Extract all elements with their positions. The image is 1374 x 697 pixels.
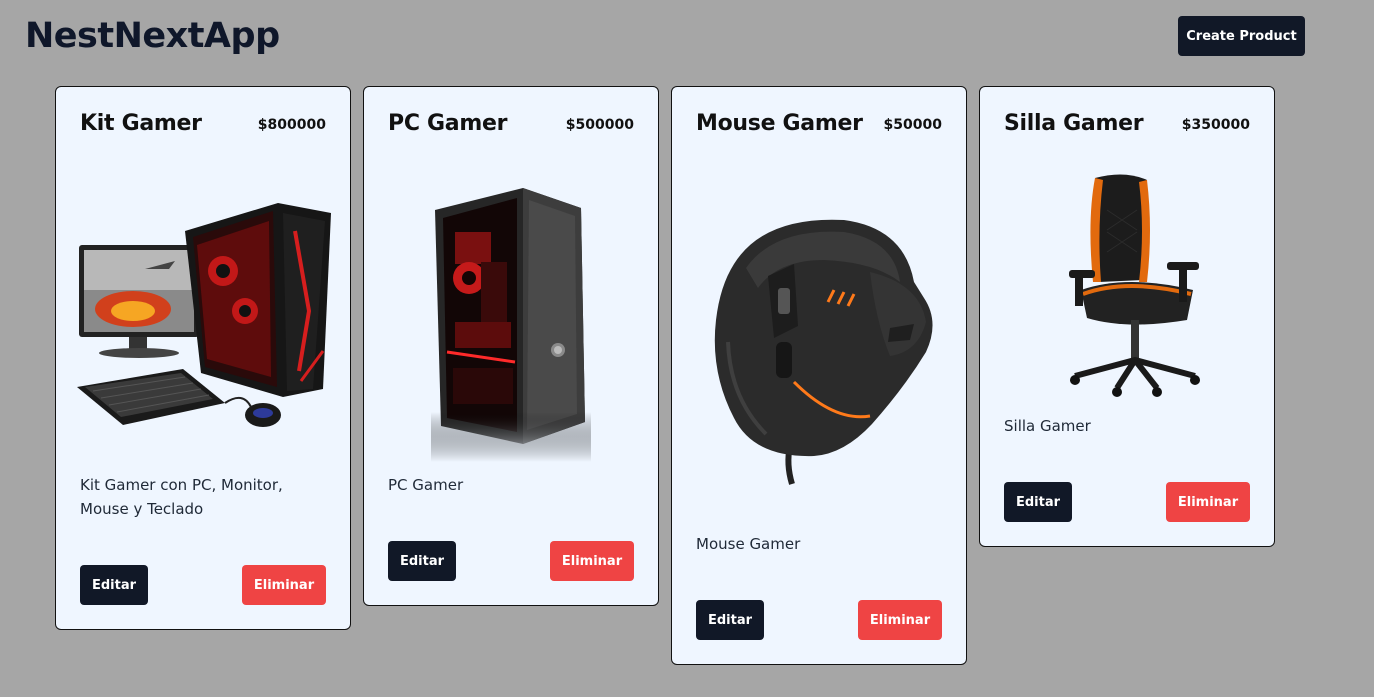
product-description: Mouse Gamer xyxy=(696,535,801,553)
product-price: $350000 xyxy=(1181,117,1250,133)
edit-button[interactable]: Editar xyxy=(80,565,148,605)
product-card: Kit Gamer $800000 Kit Gamer con PC, Moni… xyxy=(55,86,351,630)
product-image xyxy=(680,197,958,507)
product-name: Kit Gamer xyxy=(80,111,202,136)
product-price: $50000 xyxy=(883,117,942,133)
product-description: Silla Gamer xyxy=(1004,417,1091,435)
product-price: $500000 xyxy=(565,117,634,133)
product-card: PC Gamer $500000 PC Gamer Editar Elimina… xyxy=(363,86,659,606)
delete-button[interactable]: Eliminar xyxy=(858,600,942,640)
product-name: Mouse Gamer xyxy=(696,111,863,136)
product-image xyxy=(64,185,342,447)
delete-button[interactable]: Eliminar xyxy=(550,541,634,581)
gaming-chair-image xyxy=(1069,174,1200,397)
product-image xyxy=(988,169,1266,401)
delete-button[interactable]: Eliminar xyxy=(1166,482,1250,522)
product-description: PC Gamer xyxy=(388,476,464,494)
edit-button[interactable]: Editar xyxy=(1004,482,1072,522)
product-name: Silla Gamer xyxy=(1004,111,1144,136)
delete-button[interactable]: Eliminar xyxy=(242,565,326,605)
product-card: Silla Gamer $350000 Silla Gamer Editar E… xyxy=(979,86,1275,547)
gaming-pc-tower-image xyxy=(431,188,591,462)
gaming-pc-kit-image xyxy=(77,203,331,427)
product-description: Kit Gamer con PC, Monitor, Mouse y Tecla… xyxy=(80,476,283,518)
edit-button[interactable]: Editar xyxy=(388,541,456,581)
product-card: Mouse Gamer $50000 Mouse Gamer Editar El… xyxy=(671,86,967,665)
create-product-button[interactable]: Create Product xyxy=(1178,16,1305,56)
gaming-mouse-image xyxy=(714,219,933,485)
app-title: NestNextApp xyxy=(25,16,280,56)
edit-button[interactable]: Editar xyxy=(696,600,764,640)
product-price: $800000 xyxy=(257,117,326,133)
product-name: PC Gamer xyxy=(388,111,508,136)
product-image xyxy=(372,177,650,467)
